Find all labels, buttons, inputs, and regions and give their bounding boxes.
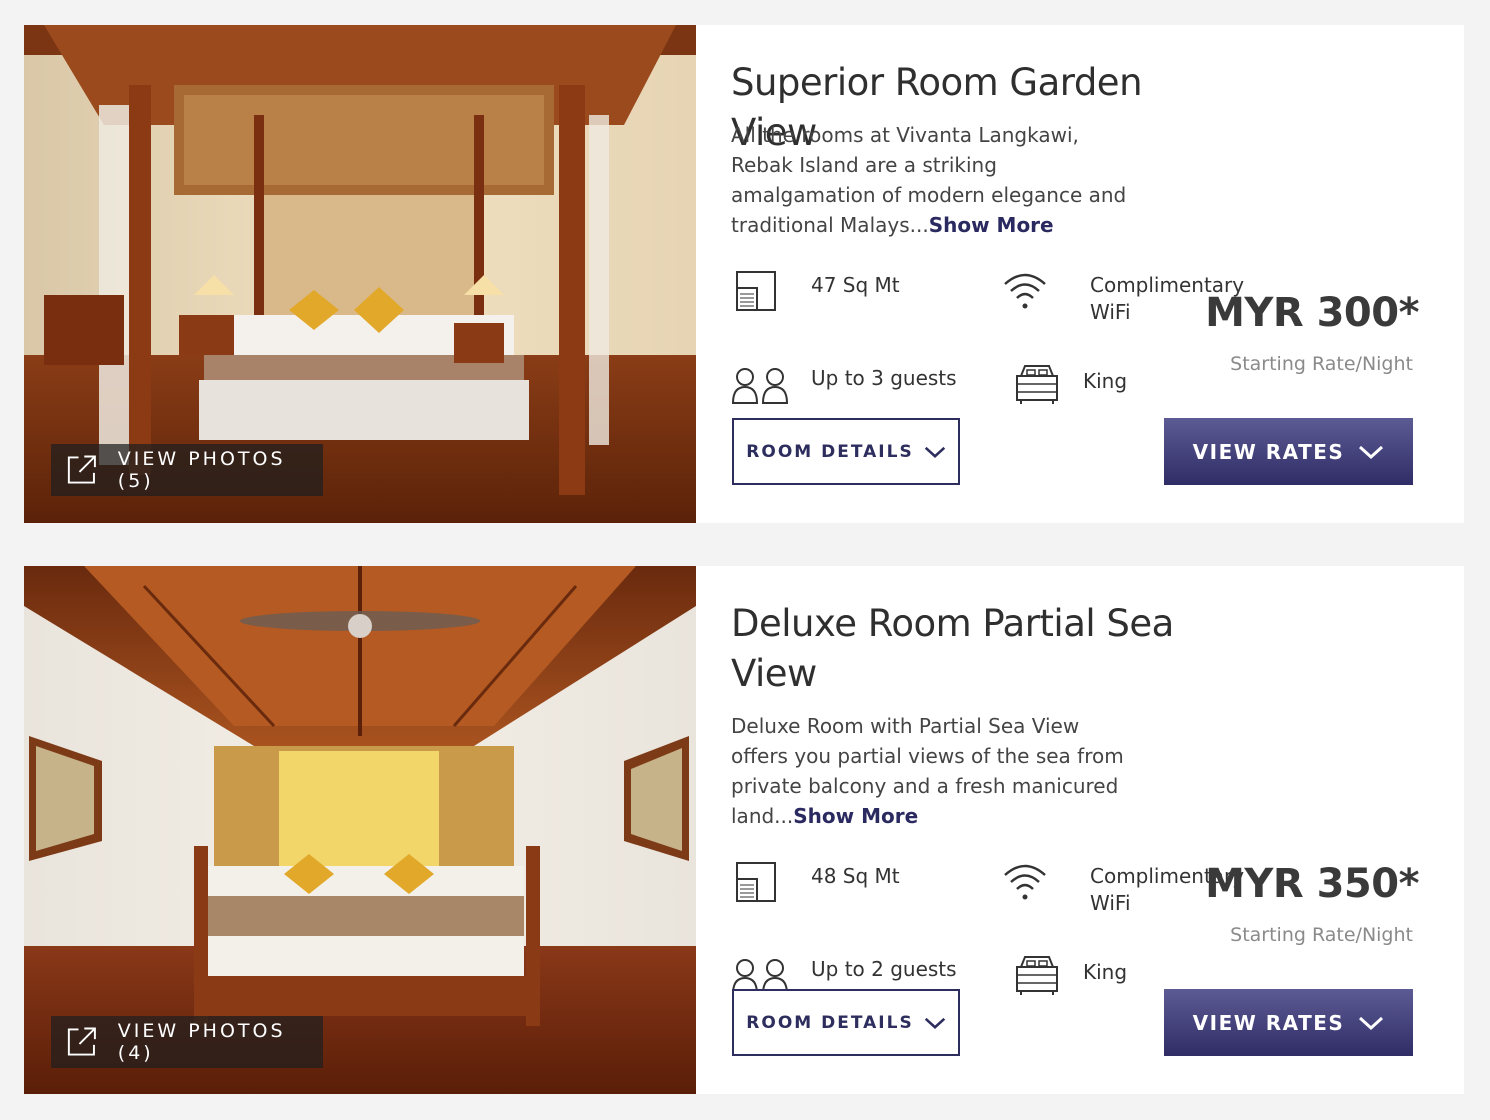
room-title: Deluxe Room Partial Sea View xyxy=(731,602,1174,695)
feature-wifi: Complimentary WiFi xyxy=(1001,859,1244,917)
show-more-link[interactable]: Show More xyxy=(793,804,918,828)
view-rates-label: VIEW RATES xyxy=(1192,1010,1345,1035)
external-link-icon xyxy=(67,1027,96,1056)
feature-area: 47 Sq Mt xyxy=(731,268,900,316)
room-description-text: Deluxe Room with Partial Sea View offers… xyxy=(731,714,1124,828)
feature-bed: King xyxy=(1013,360,1127,408)
room-card-superior: VIEW PHOTOS (5) Superior Room Garden Vie… xyxy=(24,25,1464,523)
room-details-label: ROOM DETAILS xyxy=(746,441,914,462)
feature-guests: Up to 3 guests xyxy=(731,365,957,405)
room-details-button[interactable]: ROOM DETAILS xyxy=(732,989,960,1056)
chevron-down-icon xyxy=(924,1017,945,1029)
feature-wifi: Complimentary WiFi xyxy=(1001,268,1244,326)
view-photos-button[interactable]: VIEW PHOTOS (5) xyxy=(51,444,323,496)
room-photo[interactable] xyxy=(24,566,696,1094)
room-description: All the rooms at Vivanta Langkawi, Rebak… xyxy=(731,120,1131,240)
bed-text: King xyxy=(1083,369,1128,393)
guests-icon xyxy=(731,368,789,404)
guests-text: Up to 2 guests xyxy=(811,957,957,981)
area-icon xyxy=(736,862,776,902)
external-link-icon xyxy=(67,455,96,484)
price-note: Starting Rate/Night xyxy=(1230,924,1413,946)
feature-area: 48 Sq Mt xyxy=(731,859,900,907)
view-photos-label: VIEW PHOTOS (5) xyxy=(117,448,286,492)
room-info: Deluxe Room Partial Sea View Deluxe Room… xyxy=(731,566,1451,1094)
room-photo-image xyxy=(24,566,696,1094)
area-text: 48 Sq Mt xyxy=(811,864,900,888)
feature-bed: King xyxy=(1013,951,1127,999)
chevron-down-icon xyxy=(1359,1016,1384,1030)
room-info: Superior Room Garden View All the rooms … xyxy=(731,25,1451,523)
price-note: Starting Rate/Night xyxy=(1230,353,1413,375)
bed-text: King xyxy=(1083,960,1128,984)
bed-icon xyxy=(1016,956,1058,995)
room-details-label: ROOM DETAILS xyxy=(746,1012,914,1033)
wifi-icon xyxy=(1004,273,1046,309)
room-description: Deluxe Room with Partial Sea View offers… xyxy=(731,711,1131,831)
price: MYR 300* xyxy=(1205,290,1419,336)
wifi-icon xyxy=(1004,864,1046,900)
guests-text: Up to 3 guests xyxy=(811,366,957,390)
view-photos-label: VIEW PHOTOS (4) xyxy=(117,1020,286,1064)
chevron-down-icon xyxy=(924,446,945,458)
area-icon xyxy=(736,271,776,311)
bed-icon xyxy=(1016,365,1058,404)
room-card-deluxe: VIEW PHOTOS (4) Deluxe Room Partial Sea … xyxy=(24,566,1464,1094)
view-photos-button[interactable]: VIEW PHOTOS (4) xyxy=(51,1016,323,1068)
view-rates-label: VIEW RATES xyxy=(1192,439,1345,464)
room-details-button[interactable]: ROOM DETAILS xyxy=(732,418,960,485)
view-rates-button[interactable]: VIEW RATES xyxy=(1164,418,1413,485)
chevron-down-icon xyxy=(1359,445,1384,459)
view-rates-button[interactable]: VIEW RATES xyxy=(1164,989,1413,1056)
show-more-link[interactable]: Show More xyxy=(929,213,1054,237)
price: MYR 350* xyxy=(1205,861,1419,907)
area-text: 47 Sq Mt xyxy=(811,273,900,297)
